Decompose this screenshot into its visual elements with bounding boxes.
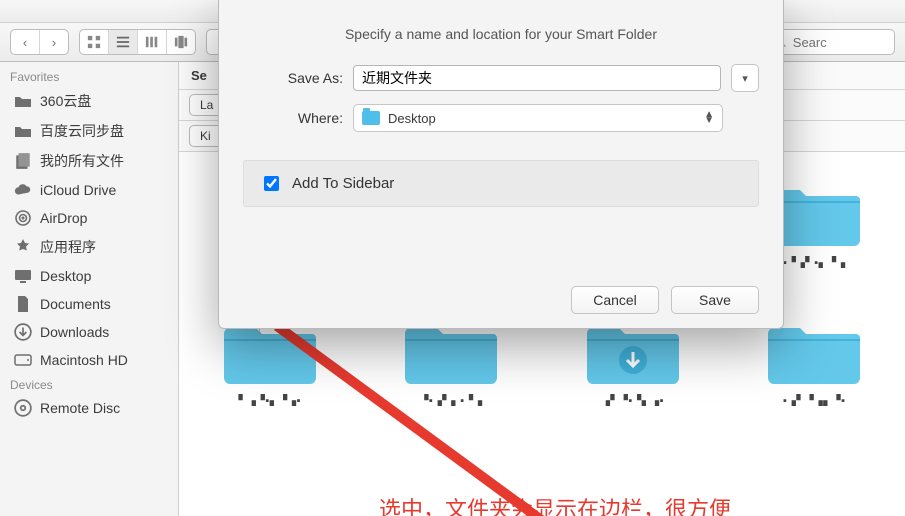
- downloads-icon: [14, 323, 32, 341]
- nav-buttons: ‹ ›: [10, 29, 69, 55]
- file-label: ▪▗▘▝▗▖▝▪: [759, 394, 869, 406]
- sidebar-item-apps[interactable]: 应用程序: [0, 232, 178, 262]
- file-label: ▘▗▝▪▖▝▗▪: [215, 394, 325, 406]
- favorites-header: Favorites: [0, 66, 178, 86]
- sidebar-item-desktop[interactable]: Desktop: [0, 262, 178, 290]
- file-label: ▗▘▝▪▝▖▗▪: [578, 394, 688, 406]
- sidebar-item-label: 我的所有文件: [40, 151, 124, 171]
- devices-header: Devices: [0, 374, 178, 394]
- airdrop-icon: [14, 209, 32, 227]
- sidebar-item-label: AirDrop: [40, 210, 87, 226]
- file-item[interactable]: ▪▗▘▝▗▖▝▪: [744, 318, 886, 406]
- sidebar: Favorites 360云盘 百度云同步盘 我的所有文件 iCloud Dri…: [0, 62, 179, 516]
- sidebar-item-360[interactable]: 360云盘: [0, 86, 178, 116]
- add-to-sidebar-label: Add To Sidebar: [292, 175, 394, 192]
- save-sheet: Specify a name and location for your Sma…: [218, 0, 784, 329]
- save-as-input[interactable]: [353, 65, 721, 91]
- sidebar-item-remotedisc[interactable]: Remote Disc: [0, 394, 178, 422]
- sidebar-item-allfiles[interactable]: 我的所有文件: [0, 146, 178, 176]
- sidebar-item-downloads[interactable]: Downloads: [0, 318, 178, 346]
- forward-button[interactable]: ›: [39, 30, 68, 54]
- expand-button[interactable]: ▾: [731, 64, 759, 92]
- search-field[interactable]: [767, 29, 895, 55]
- sidebar-item-icloud[interactable]: iCloud Drive: [0, 176, 178, 204]
- file-item[interactable]: ▝▪▗▘▖▪▝▗: [381, 318, 523, 406]
- sidebar-item-label: iCloud Drive: [40, 182, 116, 198]
- sidebar-item-documents[interactable]: Documents: [0, 290, 178, 318]
- back-button[interactable]: ‹: [11, 30, 39, 54]
- cloud-icon: [14, 181, 32, 199]
- dialog-title: Specify a name and location for your Sma…: [243, 26, 759, 42]
- cancel-button[interactable]: Cancel: [571, 286, 659, 314]
- desktop-icon: [14, 267, 32, 285]
- sidebar-item-label: Downloads: [40, 324, 109, 340]
- sidebar-item-label: 百度云同步盘: [40, 121, 124, 141]
- sidebar-item-label: Remote Disc: [40, 400, 120, 416]
- search-input[interactable]: [791, 34, 886, 51]
- add-to-sidebar-row: Add To Sidebar: [243, 160, 759, 207]
- list-view-button[interactable]: [108, 30, 137, 54]
- view-buttons: [79, 29, 196, 55]
- icon-view-button[interactable]: [80, 30, 108, 54]
- all-files-icon: [14, 152, 32, 170]
- documents-icon: [14, 295, 32, 313]
- sidebar-item-airdrop[interactable]: AirDrop: [0, 204, 178, 232]
- updown-icon: ▲▼: [704, 112, 714, 124]
- sidebar-item-label: 360云盘: [40, 91, 91, 111]
- disc-icon: [14, 399, 32, 417]
- where-label: Where:: [243, 110, 343, 126]
- column-view-button[interactable]: [137, 30, 166, 54]
- scope-button-2[interactable]: Ki: [189, 125, 222, 147]
- sidebar-item-macintosh[interactable]: Macintosh HD: [0, 346, 178, 374]
- hdd-icon: [14, 351, 32, 369]
- folder-icon: [14, 122, 32, 140]
- where-select[interactable]: Desktop ▲▼: [353, 104, 723, 132]
- coverflow-view-button[interactable]: [166, 30, 195, 54]
- save-as-label: Save As:: [243, 70, 343, 86]
- sidebar-item-label: 应用程序: [40, 237, 96, 257]
- file-item[interactable]: ▗▘▝▪▝▖▗▪: [562, 318, 704, 406]
- sidebar-item-label: Macintosh HD: [40, 352, 128, 368]
- sidebar-item-label: Documents: [40, 296, 111, 312]
- add-to-sidebar-checkbox[interactable]: [264, 176, 279, 191]
- file-item[interactable]: ▘▗▝▪▖▝▗▪: [199, 318, 341, 406]
- folder-icon: [14, 92, 32, 110]
- save-button[interactable]: Save: [671, 286, 759, 314]
- folder-icon: [768, 318, 860, 386]
- applications-icon: [14, 238, 32, 256]
- folder-mini-icon: [362, 111, 380, 125]
- sidebar-item-label: Desktop: [40, 268, 91, 284]
- annotation-text: 选中，文件夹会显示在边栏，很方便: [379, 492, 731, 516]
- sidebar-item-baidu[interactable]: 百度云同步盘: [0, 116, 178, 146]
- file-label: ▝▪▗▘▖▪▝▗: [396, 394, 506, 406]
- where-value: Desktop: [388, 111, 436, 126]
